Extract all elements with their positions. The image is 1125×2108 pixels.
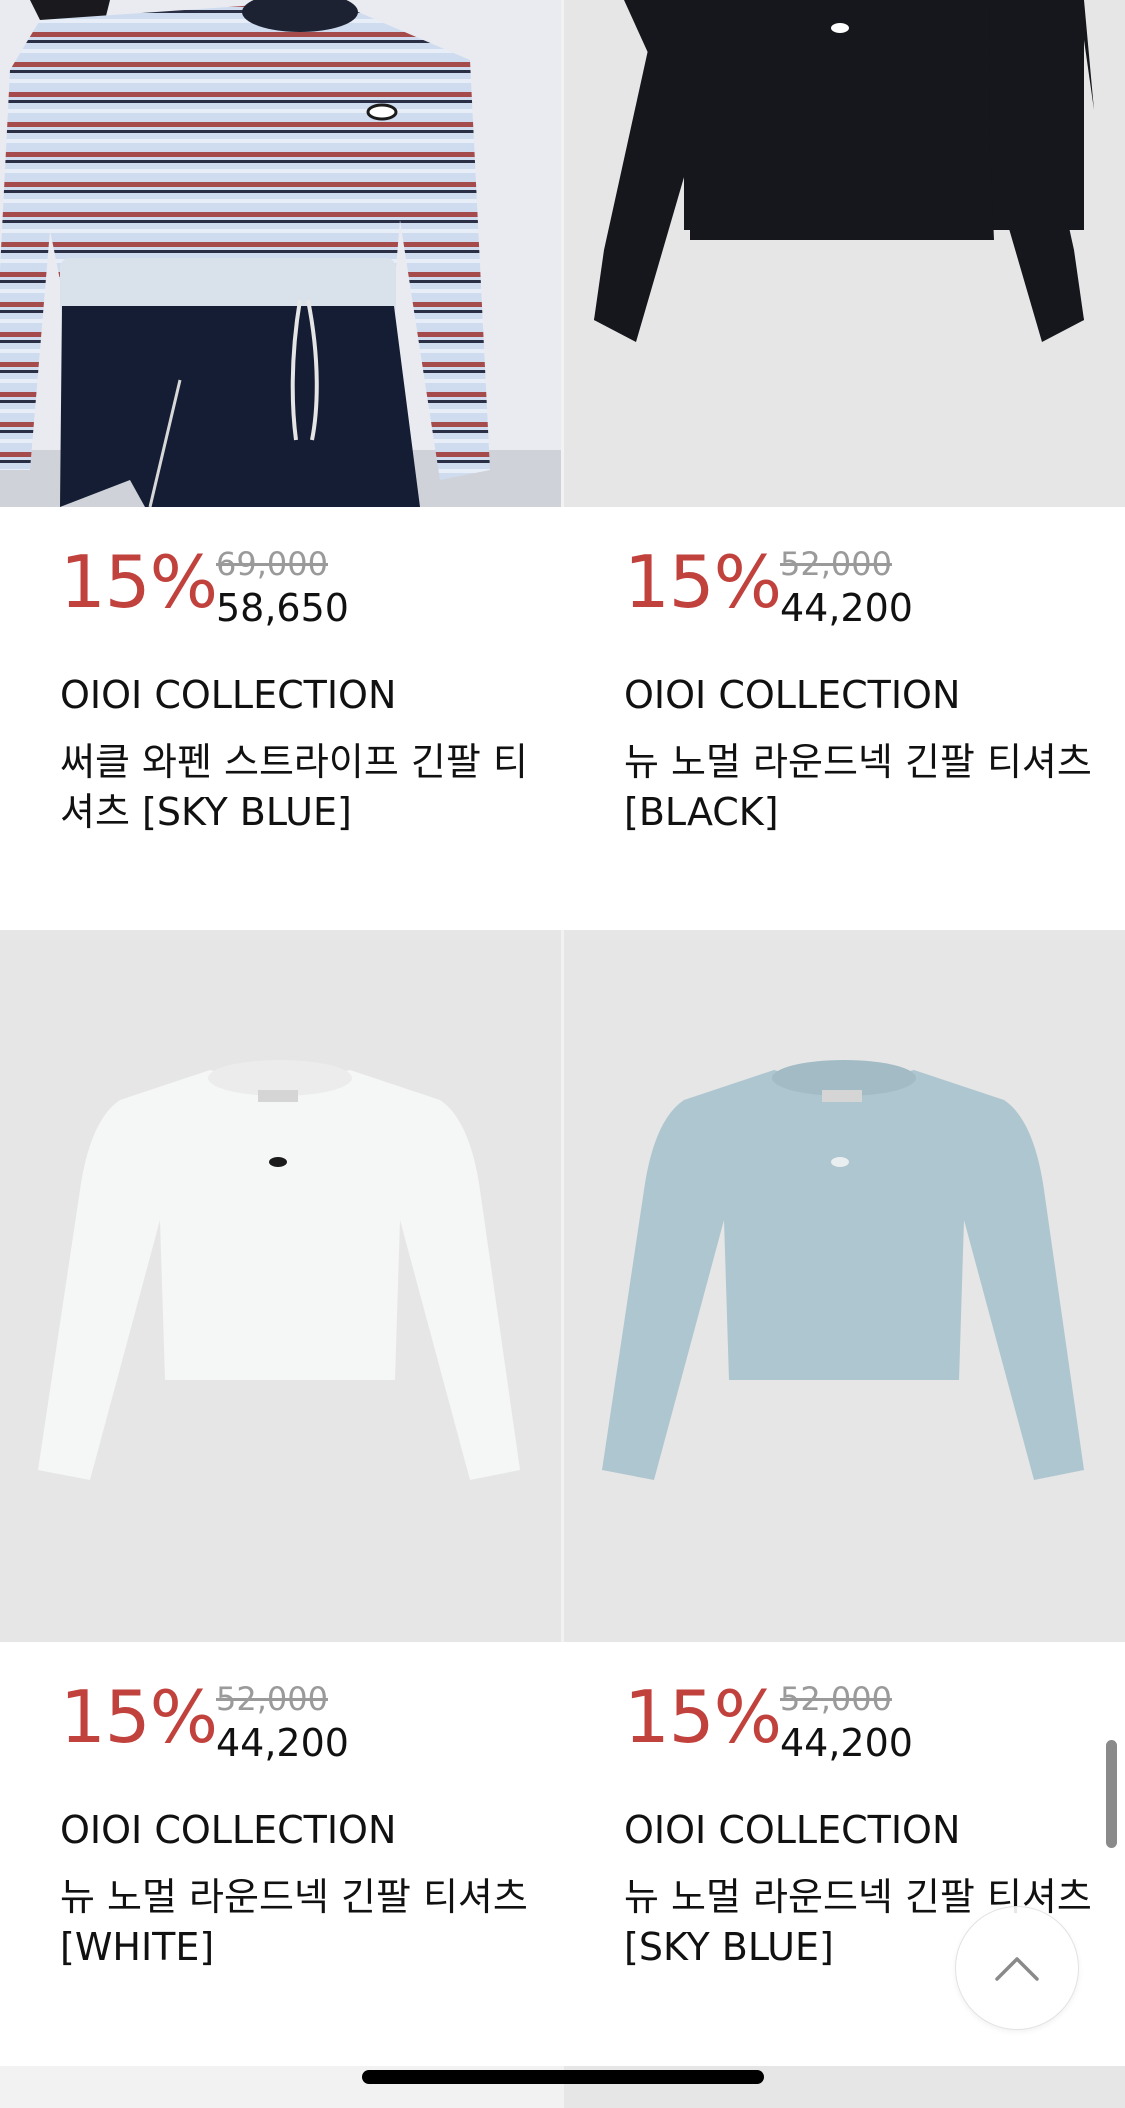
product-name[interactable]: 뉴 노멀 라운드넥 긴팔 티셔츠 [BLACK] xyxy=(624,737,1094,837)
product-image[interactable] xyxy=(564,930,1125,1642)
original-price: 52,000 xyxy=(780,545,892,583)
product-card[interactable]: 15% 69,000 58,650 OIOI COLLECTION 써클 와펜 … xyxy=(0,0,561,930)
column-divider xyxy=(561,930,564,1642)
original-price: 69,000 xyxy=(216,545,328,583)
original-price: 52,000 xyxy=(780,1680,892,1718)
brand-name[interactable]: OIOI COLLECTION xyxy=(60,673,396,717)
white-shirt-image xyxy=(0,930,561,1642)
scrollbar[interactable] xyxy=(1106,1740,1117,1848)
skyblue-shirt-image xyxy=(564,930,1125,1642)
brand-name[interactable]: OIOI COLLECTION xyxy=(60,1808,396,1852)
chevron-up-icon xyxy=(995,1957,1039,1981)
striped-shirt-model-image xyxy=(0,0,561,507)
column-divider xyxy=(561,0,564,507)
brand-name[interactable]: OIOI COLLECTION xyxy=(624,1808,960,1852)
sale-price: 44,200 xyxy=(780,1721,913,1765)
product-image[interactable] xyxy=(0,930,561,1642)
original-price: 52,000 xyxy=(216,1680,328,1718)
sale-price: 44,200 xyxy=(780,586,913,630)
sale-price: 58,650 xyxy=(216,586,349,630)
product-card[interactable]: 15% 52,000 44,200 OIOI COLLECTION 뉴 노멀 라… xyxy=(564,0,1125,930)
black-shirt-image xyxy=(564,0,1125,507)
product-name[interactable]: 뉴 노멀 라운드넥 긴팔 티셔츠 [WHITE] xyxy=(60,1872,530,1972)
product-name[interactable]: 써클 와펜 스트라이프 긴팔 티셔츠 [SKY BLUE] xyxy=(60,737,530,837)
discount-rate: 15% xyxy=(624,540,782,624)
discount-rate: 15% xyxy=(60,540,218,624)
product-image[interactable] xyxy=(0,0,561,507)
brand-name[interactable]: OIOI COLLECTION xyxy=(624,673,960,717)
scroll-to-top-button[interactable] xyxy=(955,1906,1079,2030)
product-card[interactable]: 15% 52,000 44,200 OIOI COLLECTION 뉴 노멀 라… xyxy=(0,930,561,2066)
discount-rate: 15% xyxy=(60,1675,218,1759)
sale-price: 44,200 xyxy=(216,1721,349,1765)
discount-rate: 15% xyxy=(624,1675,782,1759)
product-image[interactable] xyxy=(564,0,1125,507)
home-indicator[interactable] xyxy=(362,2070,764,2084)
product-card[interactable]: 15% 52,000 44,200 OIOI COLLECTION 뉴 노멀 라… xyxy=(564,930,1125,2066)
